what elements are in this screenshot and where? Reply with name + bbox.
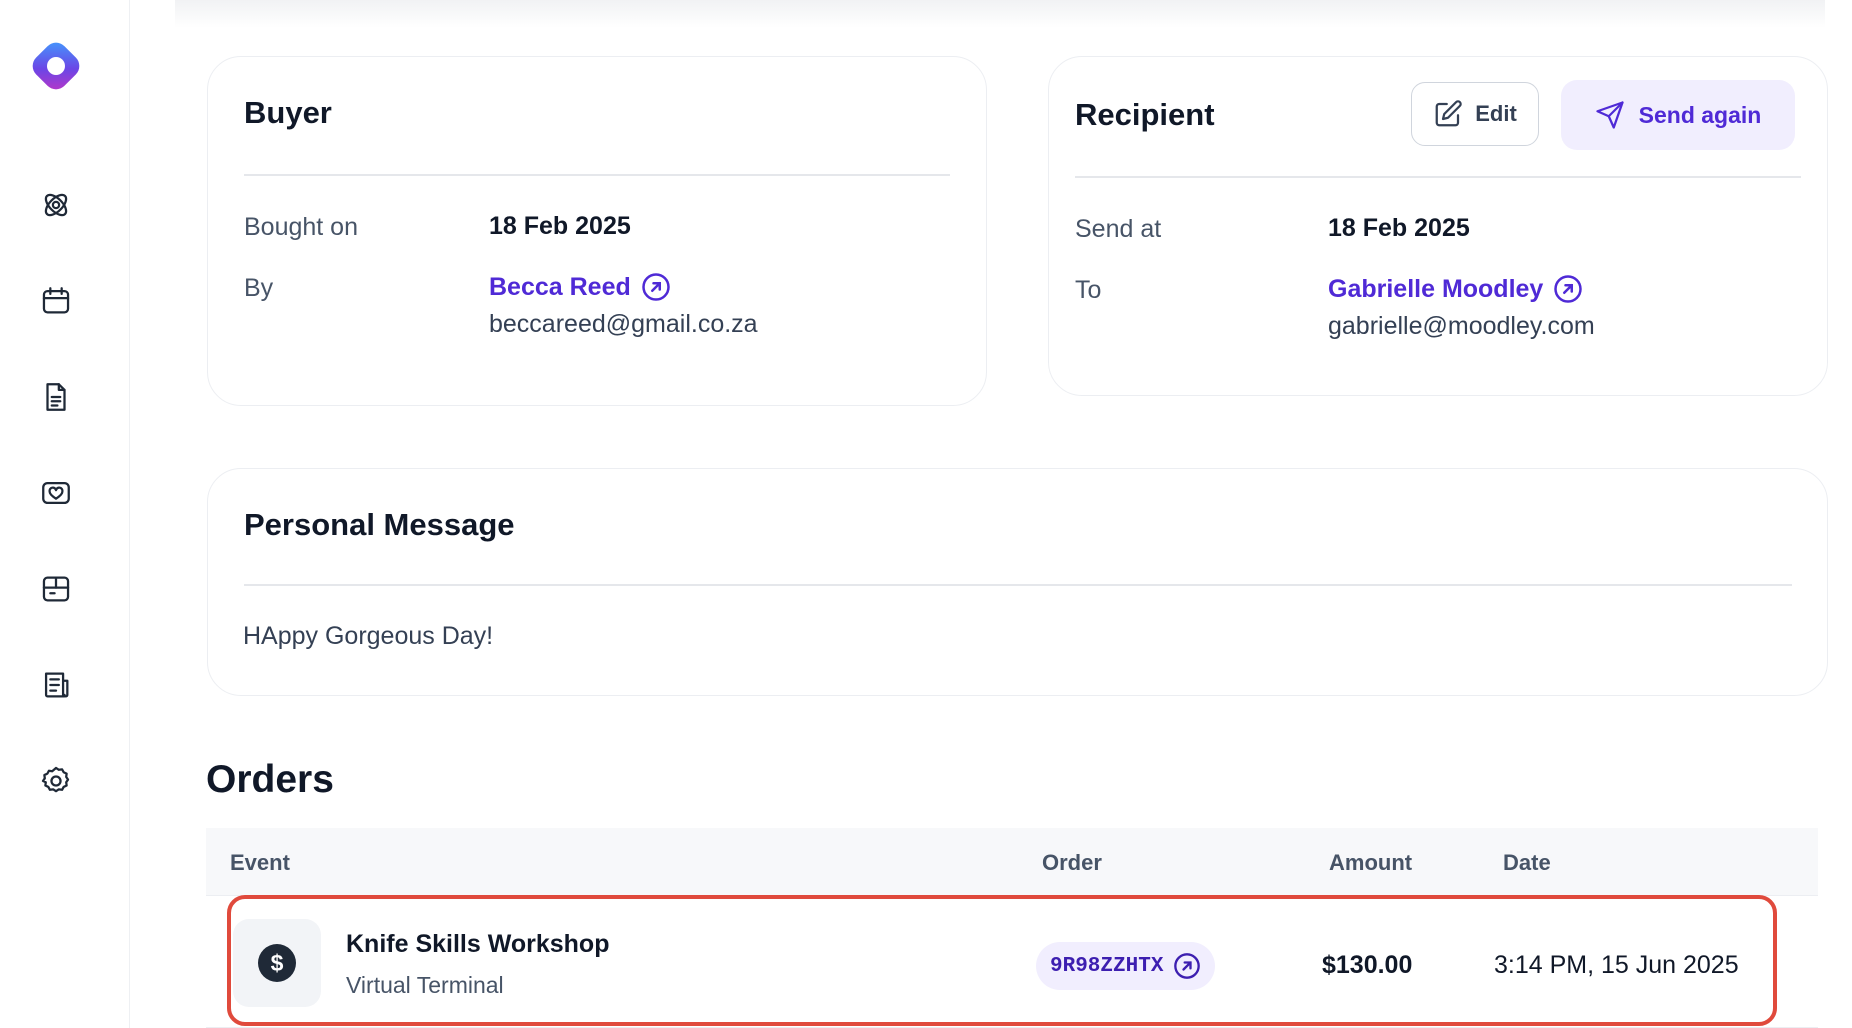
orders-title: Orders — [206, 758, 334, 801]
buyer-card: Buyer Bought on 18 Feb 2025 By Becca Ree… — [207, 56, 987, 406]
column-header-amount: Amount — [1329, 850, 1413, 875]
column-header-order: Order — [1042, 850, 1102, 875]
send-icon — [1596, 101, 1624, 129]
column-header-date: Date — [1503, 850, 1551, 875]
box-icon[interactable] — [36, 569, 76, 609]
personal-message-text: HAppy Gorgeous Day! — [243, 622, 494, 650]
recipient-email: gabrielle@moodley.com — [1328, 312, 1595, 340]
highlight-box — [227, 895, 1777, 1026]
sidebar — [0, 0, 130, 1028]
send-again-label: Send again — [1638, 101, 1762, 128]
recipient-divider — [1075, 176, 1801, 178]
by-label: By — [244, 274, 274, 302]
column-header-event: Event — [230, 850, 290, 875]
send-at-label: Send at — [1075, 215, 1162, 243]
edit-label: Edit — [1475, 101, 1517, 126]
edit-button[interactable]: Edit — [1411, 82, 1539, 146]
external-link-icon — [642, 273, 670, 301]
buyer-email: beccareed@gmail.co.za — [489, 310, 758, 338]
newspaper-icon[interactable] — [36, 665, 76, 705]
orbit-icon[interactable] — [36, 185, 76, 225]
logo-icon[interactable] — [26, 36, 86, 96]
bought-on-label: Bought on — [244, 213, 358, 241]
send-at-value: 18 Feb 2025 — [1328, 214, 1470, 242]
gear-icon[interactable] — [36, 761, 76, 801]
bought-on-value: 18 Feb 2025 — [489, 212, 631, 240]
buyer-name: Becca Reed — [489, 272, 631, 301]
buyer-name-link[interactable]: Becca Reed — [489, 272, 671, 302]
gift-card-icon[interactable] — [36, 473, 76, 513]
calendar-icon[interactable] — [36, 281, 76, 321]
document-icon[interactable] — [36, 377, 76, 417]
orders-table-header: Event Order Amount Date — [206, 828, 1818, 896]
top-shadow — [175, 0, 1825, 28]
personal-message-card: Personal Message — [207, 468, 1828, 696]
to-label: To — [1075, 276, 1102, 304]
external-link-icon — [1554, 275, 1583, 303]
recipient-name: Gabrielle Moodley — [1328, 274, 1544, 303]
personal-message-title: Personal Message — [244, 507, 515, 542]
recipient-title: Recipient — [1075, 97, 1215, 132]
message-divider — [244, 584, 1792, 586]
buyer-divider — [244, 174, 950, 176]
buyer-title: Buyer — [244, 95, 332, 130]
send-again-button[interactable]: Send again — [1561, 80, 1795, 150]
edit-icon — [1435, 100, 1462, 127]
recipient-name-link[interactable]: Gabrielle Moodley — [1328, 274, 1583, 304]
